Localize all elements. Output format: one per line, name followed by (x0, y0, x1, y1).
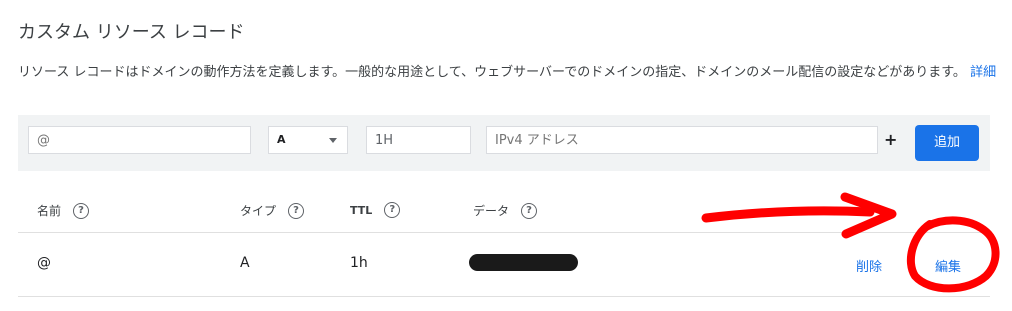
red-annotation (701, 192, 1000, 293)
